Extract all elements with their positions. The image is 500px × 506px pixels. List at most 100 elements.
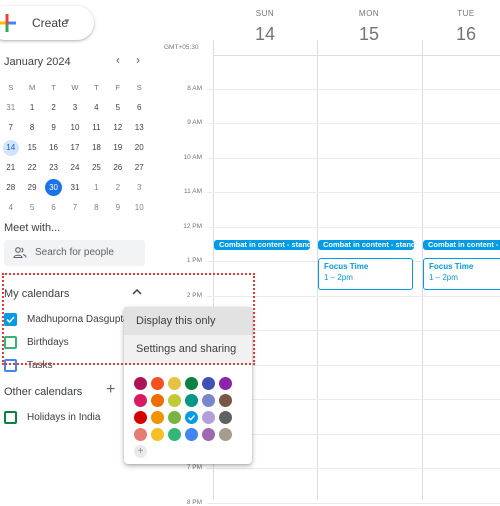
color-swatch[interactable] (185, 394, 198, 407)
color-swatch[interactable] (168, 411, 181, 424)
mini-calendar-day[interactable]: 5 (107, 98, 128, 118)
calendar-checkbox[interactable] (4, 313, 17, 326)
mini-calendar-day[interactable]: 16 (43, 138, 64, 158)
event-block[interactable]: Focus Time1 – 2pm (318, 258, 413, 290)
mini-calendar-day[interactable]: 3 (64, 98, 85, 118)
mini-calendar-day[interactable]: 26 (107, 158, 128, 178)
color-swatch[interactable] (202, 411, 215, 424)
mini-calendar-day[interactable]: 20 (129, 138, 150, 158)
mini-calendar-day[interactable]: 29 (21, 178, 42, 198)
calendar-item[interactable]: Birthdays (4, 334, 69, 350)
color-swatch[interactable] (151, 377, 164, 390)
color-swatch[interactable] (185, 428, 198, 441)
mini-calendar-day[interactable]: 21 (0, 158, 21, 178)
mini-calendar-day[interactable]: 4 (0, 198, 21, 218)
mini-calendar-day[interactable]: 17 (64, 138, 85, 158)
mini-calendar-day[interactable]: 3 (129, 178, 150, 198)
color-swatch[interactable] (134, 377, 147, 390)
color-swatch[interactable] (185, 411, 198, 424)
color-swatch[interactable] (168, 428, 181, 441)
calendar-item[interactable]: Madhuporna Dasgupta (4, 311, 129, 327)
color-swatch[interactable] (219, 377, 232, 390)
mini-calendar-day[interactable]: 7 (64, 198, 85, 218)
color-swatch[interactable] (151, 428, 164, 441)
day-number-button[interactable]: 14 (235, 24, 295, 45)
color-swatch[interactable] (202, 377, 215, 390)
mini-calendar-day[interactable]: 23 (43, 158, 64, 178)
mini-calendar-day[interactable]: 12 (107, 118, 128, 138)
calendar-item[interactable]: Holidays in India (4, 409, 100, 425)
calendar-checkbox[interactable] (4, 336, 17, 349)
mini-calendar-day[interactable]: 6 (43, 198, 64, 218)
mini-calendar-day[interactable]: 2 (43, 98, 64, 118)
day-number: 11 (88, 120, 104, 136)
color-swatch[interactable] (185, 377, 198, 390)
mini-calendar-day[interactable]: 5 (21, 198, 42, 218)
other-calendars-title[interactable]: Other calendars (4, 386, 82, 398)
people-search-input[interactable]: Search for people (4, 240, 145, 266)
mini-calendar-day[interactable]: 13 (129, 118, 150, 138)
create-button[interactable]: Create ▼ (0, 6, 94, 40)
mini-calendar-day[interactable]: 9 (107, 198, 128, 218)
mini-calendar-day[interactable]: 30 (43, 178, 64, 198)
event-chip[interactable]: Combat in content - standup (318, 240, 414, 250)
day-number: 2 (46, 100, 62, 116)
color-swatch[interactable] (134, 394, 147, 407)
mini-calendar-day[interactable]: 10 (129, 198, 150, 218)
mini-calendar-day[interactable]: 31 (0, 98, 21, 118)
mini-calendar-day[interactable]: 18 (86, 138, 107, 158)
mini-calendar-day[interactable]: 19 (107, 138, 128, 158)
my-calendars-title[interactable]: My calendars (4, 288, 69, 300)
mini-calendar-day[interactable]: 9 (43, 118, 64, 138)
prev-month-button[interactable]: ‹ (111, 53, 125, 67)
color-swatch[interactable] (134, 428, 147, 441)
color-swatch[interactable] (151, 394, 164, 407)
mini-calendar-day[interactable]: 1 (21, 98, 42, 118)
mini-calendar-day[interactable]: 14 (0, 138, 21, 158)
mini-calendar-day[interactable]: 28 (0, 178, 21, 198)
add-custom-color-button[interactable]: + (134, 445, 147, 458)
day-number-button[interactable]: 15 (339, 24, 399, 45)
add-other-calendar-button[interactable]: + (106, 382, 115, 398)
mini-calendar-day[interactable]: 6 (129, 98, 150, 118)
event-chip[interactable]: Combat in content - standup (214, 240, 310, 250)
color-swatch[interactable] (151, 411, 164, 424)
color-swatch[interactable] (168, 394, 181, 407)
chevron-up-icon[interactable] (130, 285, 144, 299)
mini-calendar-day[interactable]: 4 (86, 98, 107, 118)
mini-calendar-day[interactable]: 10 (64, 118, 85, 138)
color-swatch[interactable] (219, 428, 232, 441)
mini-calendar-day[interactable]: 15 (21, 138, 42, 158)
mini-calendar-day[interactable]: 1 (86, 178, 107, 198)
mini-calendar-day[interactable]: 22 (21, 158, 42, 178)
color-swatch[interactable] (168, 377, 181, 390)
mini-calendar-day[interactable]: 25 (86, 158, 107, 178)
mini-calendar-day[interactable]: 8 (21, 118, 42, 138)
settings-and-sharing-option[interactable]: Settings and sharing (124, 335, 252, 363)
calendar-checkbox[interactable] (4, 411, 17, 424)
calendar-label: Holidays in India (27, 412, 100, 423)
color-swatch[interactable] (134, 411, 147, 424)
mini-calendar-day[interactable]: 27 (129, 158, 150, 178)
day-number-button[interactable]: 16 (436, 24, 496, 45)
color-swatch[interactable] (219, 394, 232, 407)
event-chip[interactable]: Combat in content - standup (423, 240, 500, 250)
next-month-button[interactable]: › (131, 53, 145, 67)
mini-calendar-day[interactable]: 2 (107, 178, 128, 198)
mini-calendar-day[interactable]: 8 (86, 198, 107, 218)
mini-calendar-day[interactable]: 11 (86, 118, 107, 138)
color-swatch[interactable] (202, 394, 215, 407)
mini-calendar-day[interactable]: 31 (64, 178, 85, 198)
calendar-item[interactable]: Tasks (4, 357, 53, 373)
calendar-checkbox[interactable] (4, 359, 17, 372)
weekday-label: F (107, 78, 128, 98)
event-block[interactable]: Focus Time1 – 2pm (423, 258, 500, 290)
color-swatch[interactable] (202, 428, 215, 441)
mini-calendar-day[interactable]: 24 (64, 158, 85, 178)
mini-calendar-day[interactable]: 7 (0, 118, 21, 138)
day-number: 28 (3, 180, 19, 196)
caret-down-icon[interactable]: ▼ (63, 17, 71, 26)
hour-label: 12 PM (150, 223, 202, 230)
color-swatch[interactable] (219, 411, 232, 424)
display-this-only-option[interactable]: Display this only (124, 307, 252, 335)
